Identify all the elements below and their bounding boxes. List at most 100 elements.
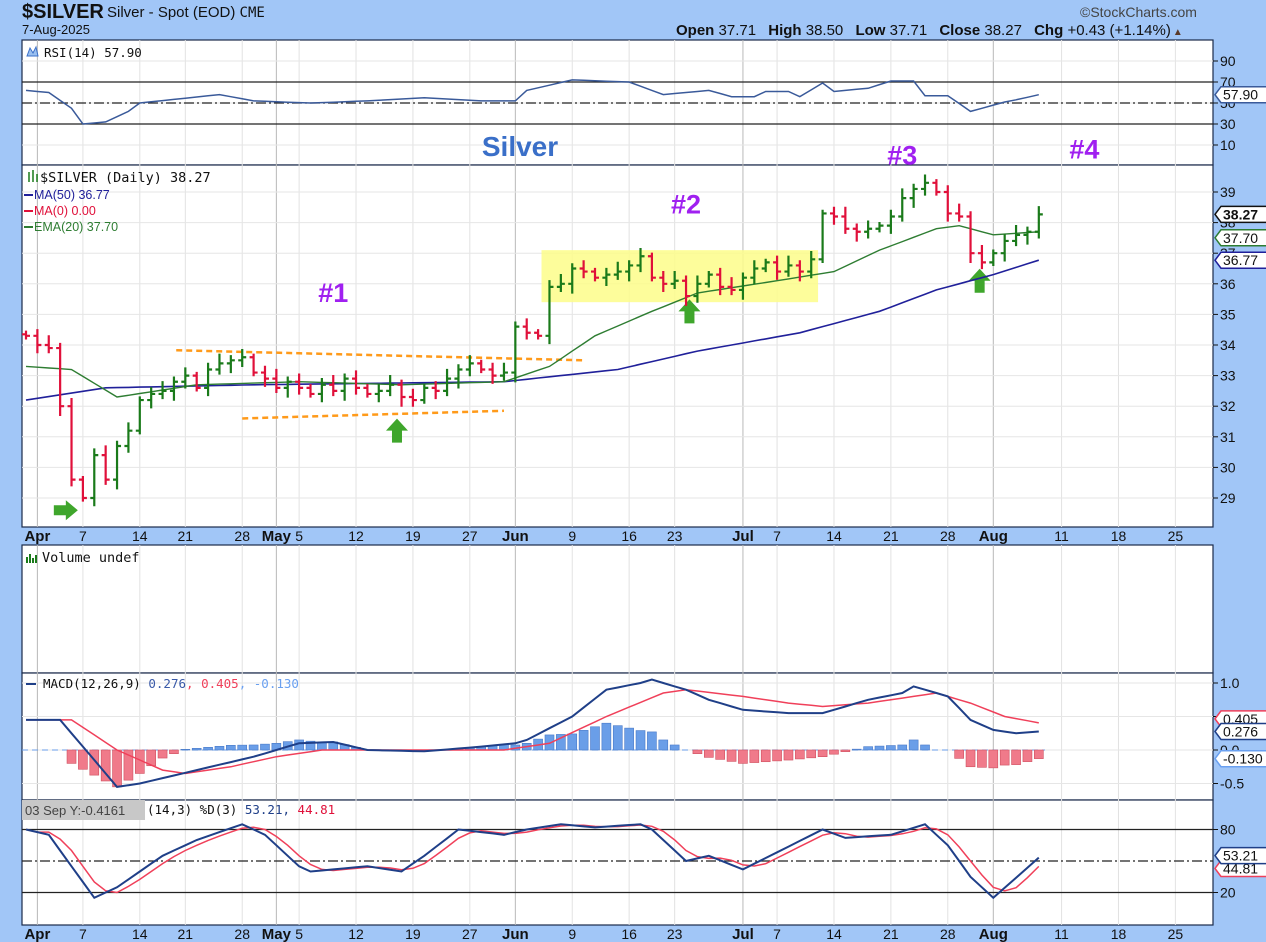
macd-histogram-bar: [760, 749, 771, 763]
macd-histogram-bar: [578, 730, 589, 751]
x-tick-label: 28: [234, 926, 250, 942]
macd-histogram-bar: [999, 749, 1010, 766]
macd-histogram-bar: [795, 749, 805, 760]
macd-histogram-bar: [977, 749, 987, 768]
x-tick-label: 7: [773, 926, 781, 942]
macd-histogram-bar: [248, 744, 259, 751]
macd-histogram-bar: [635, 730, 646, 751]
macd-histogram-bar: [829, 749, 839, 755]
x-tick-label: 21: [178, 926, 194, 942]
x-tick-label: Jun: [502, 926, 529, 942]
x-tick-label: 7: [79, 528, 87, 544]
wave-label: #4: [1069, 134, 1099, 164]
x-tick-label: Apr: [24, 528, 50, 545]
sep: ,: [186, 676, 194, 691]
stoch-legend: (14,3) %D(3) 53.21, 44.81: [147, 802, 335, 817]
macd-histogram-bar: [897, 744, 908, 751]
macd-histogram-bar: [112, 749, 122, 788]
x-tick-label: 16: [621, 528, 637, 544]
macd-histogram-bar: [1022, 749, 1033, 762]
macd-histogram-bar: [1011, 749, 1021, 765]
macd-histogram-bar: [840, 749, 851, 752]
macd-axis-label: 1.0: [1220, 675, 1240, 691]
x-tick-label: 27: [462, 528, 478, 544]
price-panel: [21, 164, 1214, 528]
macd-histogram-bar: [920, 744, 930, 751]
x-tick-label: May: [262, 528, 292, 545]
wave-label: #1: [318, 278, 348, 308]
x-tick-label: 18: [1111, 926, 1127, 942]
macd-hist-value: -0.130: [254, 676, 299, 691]
stock-chart[interactable]: AprApr77141421212828MayMay55121219192727…: [0, 0, 1266, 942]
macd-histogram-bar: [669, 744, 680, 751]
macd-histogram-bar: [647, 731, 657, 751]
macd-histogram-bar: [749, 749, 760, 763]
x-tick-label: 25: [1168, 528, 1184, 544]
x-tick-label: 14: [132, 528, 148, 544]
macd-legend: MACD(12,26,9) 0.276, 0.405, -0.130: [43, 676, 299, 691]
x-tick-label: 5: [295, 528, 303, 544]
x-tick-label: 12: [348, 926, 364, 942]
value-tag-label: 57.90: [1223, 87, 1258, 103]
macd-histogram-bar: [169, 749, 179, 754]
value-tag-label: -0.130: [1223, 751, 1263, 767]
macd-histogram-bar: [772, 749, 782, 762]
macd-histogram-bar: [715, 749, 725, 760]
macd-histogram-bar: [726, 749, 737, 762]
ma0-legend: MA(0) 0.00: [34, 204, 96, 218]
x-tick-label: 7: [773, 528, 781, 544]
macd-histogram-bar: [180, 749, 191, 751]
x-tick-label: 7: [79, 926, 87, 942]
macd-histogram-bar: [567, 733, 578, 751]
x-tick-label: 9: [568, 926, 576, 942]
x-tick-label: 21: [178, 528, 194, 544]
macd-histogram-bar: [783, 749, 794, 761]
x-tick-label: 19: [405, 528, 421, 544]
stoch-axis-label: 20: [1220, 885, 1236, 901]
price-axis-label: 34: [1220, 337, 1236, 353]
macd-histogram-bar: [260, 743, 270, 751]
macd-name: MACD(12,26,9): [43, 676, 141, 691]
chart-annotation-title: Silver: [482, 131, 558, 162]
price-legend: $SILVER (Daily) 38.27: [40, 170, 211, 186]
macd-histogram-bar: [624, 727, 634, 751]
x-tick-label: 19: [405, 926, 421, 942]
macd-histogram-bar: [965, 749, 976, 768]
x-tick-label: 12: [348, 528, 364, 544]
volume-legend: Volume undef: [42, 550, 140, 566]
macd-histogram-bar: [203, 747, 213, 751]
x-tick-label: 23: [667, 926, 683, 942]
x-tick-label: 14: [826, 528, 842, 544]
value-tag-label: 38.27: [1223, 206, 1258, 222]
x-tick-label: 14: [132, 926, 148, 942]
macd-histogram-bar: [78, 749, 88, 770]
price-axis-label: 33: [1220, 368, 1236, 384]
macd-histogram-bar: [612, 725, 623, 751]
x-tick-label: 5: [295, 926, 303, 942]
value-tag-label: 53.21: [1223, 848, 1258, 864]
rsi-axis-label: 10: [1220, 137, 1236, 153]
macd-histogram-bar: [874, 745, 885, 751]
macd-histogram-bar: [738, 749, 748, 764]
macd-histogram-bar: [157, 749, 168, 759]
volume-panel: [21, 544, 1214, 674]
x-tick-label: 28: [940, 528, 956, 544]
macd-histogram-bar: [317, 742, 327, 751]
macd-histogram-bar: [191, 748, 202, 751]
x-tick-label: 11: [1054, 528, 1069, 544]
macd-histogram-bar: [214, 746, 225, 751]
crosshair-tooltip: 03 Sep Y:-0.4161: [25, 803, 125, 818]
macd-signal-value: 0.405: [201, 676, 239, 691]
macd-histogram-bar: [590, 726, 600, 751]
x-tick-label: Aug: [979, 926, 1008, 942]
rsi-axis-label: 30: [1220, 116, 1236, 132]
x-tick-label: 16: [621, 926, 637, 942]
rsi-legend: RSI(14) 57.90: [44, 45, 142, 60]
price-axis-label: 36: [1220, 276, 1236, 292]
x-tick-label: Jun: [502, 528, 529, 545]
stoch-k-value: 53.21: [245, 802, 283, 817]
macd-histogram-bar: [806, 749, 817, 759]
macd-histogram-bar: [226, 745, 236, 751]
value-tag-label: 0.276: [1223, 724, 1258, 740]
value-tag-label: 36.77: [1223, 252, 1258, 268]
